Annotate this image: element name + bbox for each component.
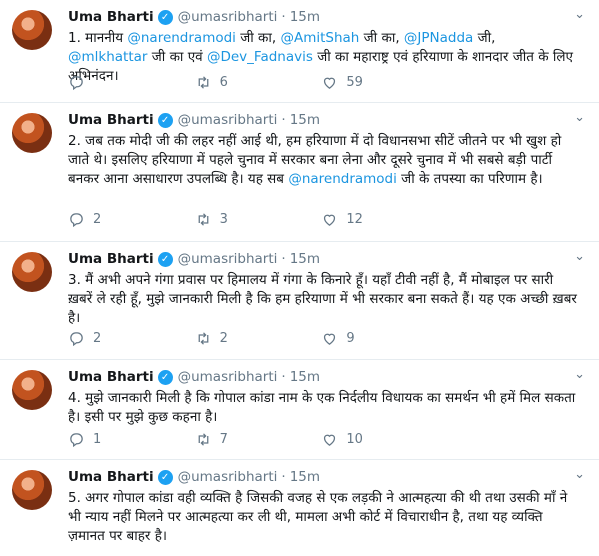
- tweet-header: Uma Bharti ✓ @umasribharti · 15m: [68, 251, 321, 267]
- avatar[interactable]: [12, 113, 52, 153]
- retweet-count: 2: [219, 330, 228, 346]
- like-button[interactable]: 12: [321, 211, 448, 228]
- tweet-text: 5. अगर गोपाल कांडा वही व्यक्ति है जिसकी …: [68, 489, 578, 546]
- like-icon: [324, 77, 336, 89]
- verified-icon: ✓: [157, 469, 173, 485]
- mention-link[interactable]: @AmitShah: [280, 30, 359, 46]
- retweet-count: 6: [219, 74, 228, 90]
- tweet-text-segment: जी का एवं: [147, 49, 207, 65]
- retweet-icon: [198, 212, 209, 226]
- timestamp[interactable]: 15m: [290, 369, 320, 385]
- tweet-text: 2. जब तक मोदी जी की लहर नहीं आई थी, हम ह…: [68, 132, 578, 189]
- verified-icon: ✓: [157, 112, 173, 128]
- chevron-down-icon[interactable]: ⌄: [574, 110, 585, 125]
- reply-button[interactable]: 2: [68, 330, 195, 347]
- timestamp[interactable]: 15m: [290, 9, 320, 25]
- reply-count: 1: [93, 431, 102, 447]
- retweet-icon: [198, 75, 209, 89]
- mention-link[interactable]: @narendramodi: [127, 30, 236, 46]
- like-button[interactable]: 9: [321, 330, 448, 347]
- author-handle[interactable]: @umasribharti: [178, 112, 278, 128]
- tweet-text-segment: जी का,: [359, 30, 404, 46]
- like-icon: [324, 434, 336, 446]
- author-handle[interactable]: @umasribharti: [178, 9, 278, 25]
- retweet-button[interactable]: 3: [195, 211, 322, 228]
- avatar[interactable]: [12, 10, 52, 50]
- retweet-count: 7: [219, 431, 228, 447]
- mention-link[interactable]: @Dev_Fadnavis: [207, 49, 313, 65]
- tweet[interactable]: Uma Bharti ✓ @umasribharti · 15m ⌄ 5. अग…: [0, 460, 599, 556]
- timestamp[interactable]: 15m: [290, 251, 320, 267]
- tweet[interactable]: Uma Bharti ✓ @umasribharti · 15m ⌄ 2. जब…: [0, 103, 599, 242]
- tweet-text: 3. मैं अभी अपने गंगा प्रवास पर हिमालय मे…: [68, 271, 578, 328]
- tweet-text-segment: 4. मुझे जानकारी मिली है कि गोपाल कांडा न…: [68, 390, 576, 425]
- mention-link[interactable]: @mlkhattar: [68, 49, 147, 65]
- tweet[interactable]: Uma Bharti ✓ @umasribharti · 15m ⌄ 1. मा…: [0, 0, 599, 103]
- reply-icon: [70, 331, 83, 346]
- author-name[interactable]: Uma Bharti: [68, 469, 154, 485]
- tweet-text-segment: जी का,: [235, 30, 281, 46]
- avatar[interactable]: [12, 370, 52, 410]
- tweet-text-segment: 3. मैं अभी अपने गंगा प्रवास पर हिमालय मे…: [68, 272, 577, 326]
- verified-icon: ✓: [157, 369, 173, 385]
- like-count: 9: [346, 330, 355, 346]
- tweet-text-segment: जी के तपस्या का परिणाम है।: [396, 171, 543, 187]
- tweet-actions: 2 3 12: [68, 209, 448, 229]
- avatar[interactable]: [12, 252, 52, 292]
- author-name[interactable]: Uma Bharti: [68, 251, 154, 267]
- chevron-down-icon[interactable]: ⌄: [574, 249, 585, 264]
- author-name[interactable]: Uma Bharti: [68, 9, 154, 25]
- tweet-text: 4. मुझे जानकारी मिली है कि गोपाल कांडा न…: [68, 389, 578, 427]
- retweet-icon: [198, 331, 209, 345]
- tweet[interactable]: Uma Bharti ✓ @umasribharti · 15m ⌄ 3. मै…: [0, 242, 599, 360]
- retweet-button[interactable]: 2: [195, 330, 322, 347]
- retweet-icon: [198, 432, 209, 446]
- tweet-header: Uma Bharti ✓ @umasribharti · 15m: [68, 112, 321, 128]
- like-button[interactable]: 59: [321, 74, 448, 91]
- author-handle[interactable]: @umasribharti: [178, 469, 278, 485]
- chevron-down-icon[interactable]: ⌄: [574, 467, 585, 482]
- retweet-count: 3: [219, 211, 228, 227]
- mention-link[interactable]: @JPNadda: [404, 30, 473, 46]
- reply-icon: [70, 432, 83, 447]
- reply-button[interactable]: 1: [68, 431, 195, 448]
- tweet-feed: Uma Bharti ✓ @umasribharti · 15m ⌄ 1. मा…: [0, 0, 599, 556]
- reply-count: 2: [93, 211, 102, 227]
- avatar[interactable]: [12, 470, 52, 510]
- like-count: 59: [346, 74, 363, 90]
- author-handle[interactable]: @umasribharti: [178, 251, 278, 267]
- tweet[interactable]: Uma Bharti ✓ @umasribharti · 15m ⌄ 4. मु…: [0, 360, 599, 460]
- like-icon: [324, 214, 336, 226]
- reply-icon: [70, 75, 83, 90]
- timestamp[interactable]: 15m: [290, 469, 320, 485]
- author-name[interactable]: Uma Bharti: [68, 112, 154, 128]
- like-count: 12: [346, 211, 363, 227]
- like-count: 10: [346, 431, 363, 447]
- tweet-text-segment: 5. अगर गोपाल कांडा वही व्यक्ति है जिसकी …: [68, 490, 568, 544]
- reply-icon: [70, 212, 83, 227]
- retweet-button[interactable]: 7: [195, 431, 322, 448]
- author-name[interactable]: Uma Bharti: [68, 369, 154, 385]
- author-handle[interactable]: @umasribharti: [178, 369, 278, 385]
- like-icon: [324, 333, 336, 345]
- reply-button[interactable]: [68, 74, 195, 91]
- reply-button[interactable]: 2: [68, 211, 195, 228]
- retweet-button[interactable]: 6: [195, 74, 322, 91]
- verified-icon: ✓: [157, 9, 173, 25]
- tweet-text-segment: जी,: [473, 30, 496, 46]
- like-button[interactable]: 10: [321, 431, 448, 448]
- tweet-actions: 6 59: [68, 72, 448, 92]
- chevron-down-icon[interactable]: ⌄: [574, 367, 585, 382]
- tweet-header: Uma Bharti ✓ @umasribharti · 15m: [68, 369, 321, 385]
- mention-link[interactable]: @narendramodi: [288, 171, 397, 187]
- reply-count: 2: [93, 330, 102, 346]
- verified-icon: ✓: [157, 251, 173, 267]
- chevron-down-icon[interactable]: ⌄: [574, 7, 585, 22]
- tweet-actions: 2 2 9: [68, 328, 448, 348]
- tweet-text-segment: 1. माननीय: [68, 30, 128, 46]
- timestamp[interactable]: 15m: [290, 112, 320, 128]
- tweet-header: Uma Bharti ✓ @umasribharti · 15m: [68, 9, 321, 25]
- tweet-actions: 1 7 10: [68, 429, 448, 449]
- tweet-header: Uma Bharti ✓ @umasribharti · 15m: [68, 469, 321, 485]
